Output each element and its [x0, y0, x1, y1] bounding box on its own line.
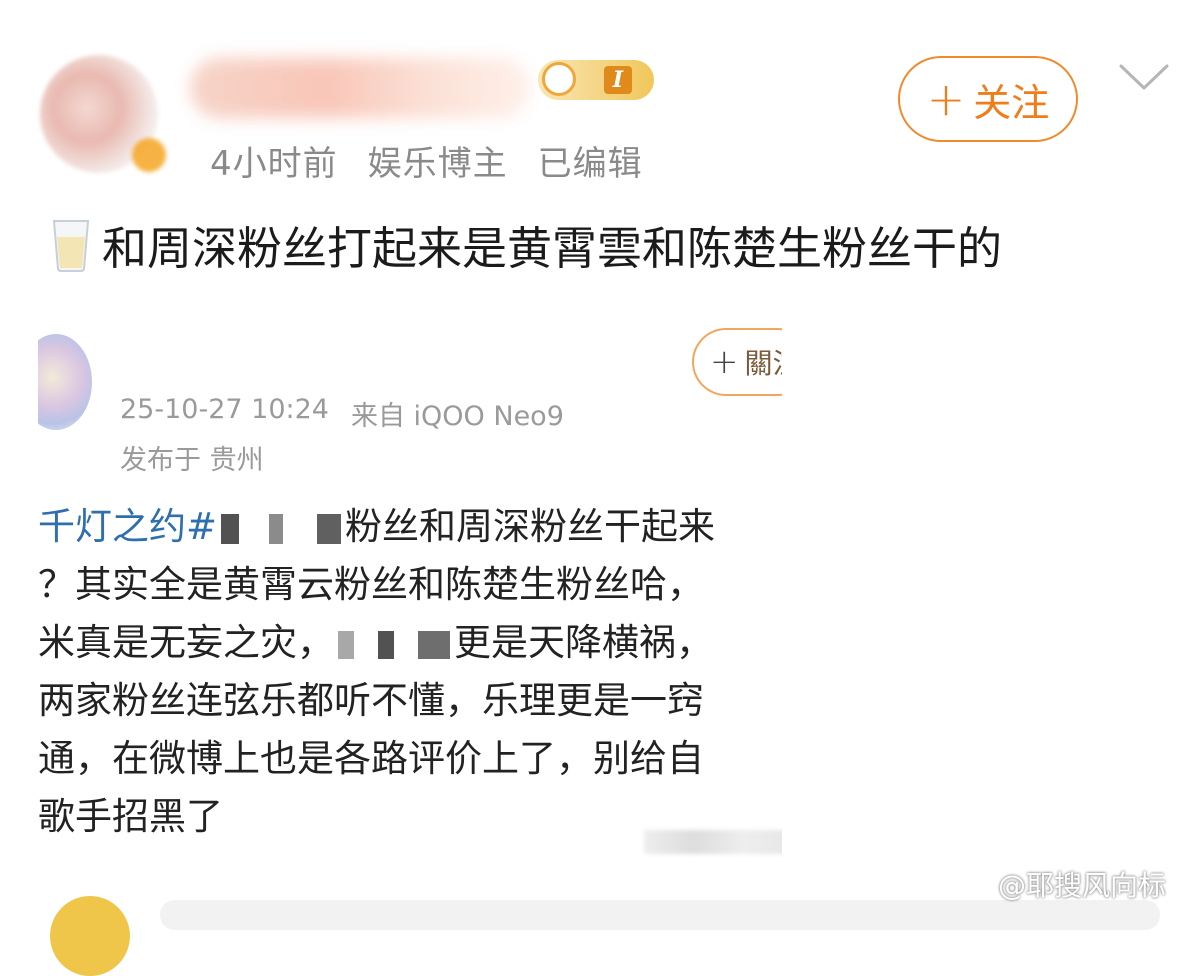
level-badge-text: I — [603, 66, 632, 94]
embedded-follow-button: + 關注 — [692, 328, 782, 396]
post-meta: 4小时前 娱乐博主 已编辑 — [210, 136, 643, 185]
embedded-meta: 25-10-27 10:24 来自 iQOO Neo9 — [120, 394, 564, 433]
post-time: 4小时前 — [210, 144, 338, 184]
embedded-location: 发布于 贵州 — [120, 445, 264, 476]
avatar-verified-badge — [132, 138, 166, 172]
watermark: @耶搜风向标 — [952, 864, 1166, 904]
plus-icon: + — [926, 72, 966, 126]
embedded-line-1-text: 粉丝和周深粉丝干起来 — [345, 505, 716, 548]
author-role: 娱乐博主 — [367, 144, 508, 184]
embedded-screenshot[interactable]: + 關注 25-10-27 10:24 来自 iQOO Neo9 发布于 贵州 … — [38, 326, 782, 866]
embedded-line-3b: 更是天降横祸， — [454, 621, 713, 664]
embedded-follow-label: 關注 — [744, 347, 783, 380]
embedded-body: 千灯之约# 粉丝和周深粉丝干起来 ？其实全是黄霄云粉丝和陈楚生粉丝哈， 米真是无妄… — [38, 498, 715, 846]
follow-label: 关注 — [973, 80, 1050, 125]
plus-icon: + — [710, 342, 739, 382]
embedded-source: 来自 iQOO Neo9 — [350, 401, 564, 432]
embedded-line-1: 千灯之约# 粉丝和周深粉丝干起来 — [38, 498, 715, 556]
comment-avatar[interactable] — [50, 896, 130, 976]
comment-input-bar[interactable] — [160, 900, 1160, 930]
chevron-down-icon[interactable] — [1118, 62, 1170, 92]
embedded-line-3: 米真是无妄之灾， 更是天降横祸， — [38, 614, 715, 672]
milk-glass-icon — [52, 219, 90, 272]
embedded-line-3a: 米真是无妄之灾， — [38, 621, 334, 664]
mosaic-redaction — [221, 513, 342, 544]
weibo-logo-icon — [952, 871, 990, 899]
author-name-blurred[interactable] — [190, 58, 530, 118]
embedded-line-4: 两家粉丝连弦乐都听不懂，乐理更是一窍 — [38, 679, 704, 722]
embedded-line-5: 通，在微博上也是各路评价上了，别给自 — [38, 737, 704, 780]
edited-label: 已编辑 — [537, 144, 643, 184]
embedded-date: 25-10-27 10:24 — [120, 394, 329, 425]
embedded-line-2: ？其实全是黄霄云粉丝和陈楚生粉丝哈， — [38, 563, 704, 606]
post-content: 和周深粉丝打起来是黄霄雲和陈楚生粉丝干的 — [48, 212, 1002, 277]
embedded-avatar — [38, 334, 92, 430]
hashtag: 千灯之约# — [38, 505, 218, 548]
follow-button[interactable]: + 关注 — [898, 56, 1078, 142]
blurred-footer — [644, 830, 782, 854]
watermark-text: @耶搜风向标 — [998, 869, 1167, 902]
level-badge: I — [538, 60, 654, 100]
post-text: 和周深粉丝打起来是黄霄雲和陈楚生粉丝干的 — [102, 222, 1003, 275]
embedded-line-6: 歌手招黑了 — [38, 795, 223, 838]
astronaut-icon — [542, 62, 576, 96]
mosaic-redaction — [338, 630, 450, 659]
